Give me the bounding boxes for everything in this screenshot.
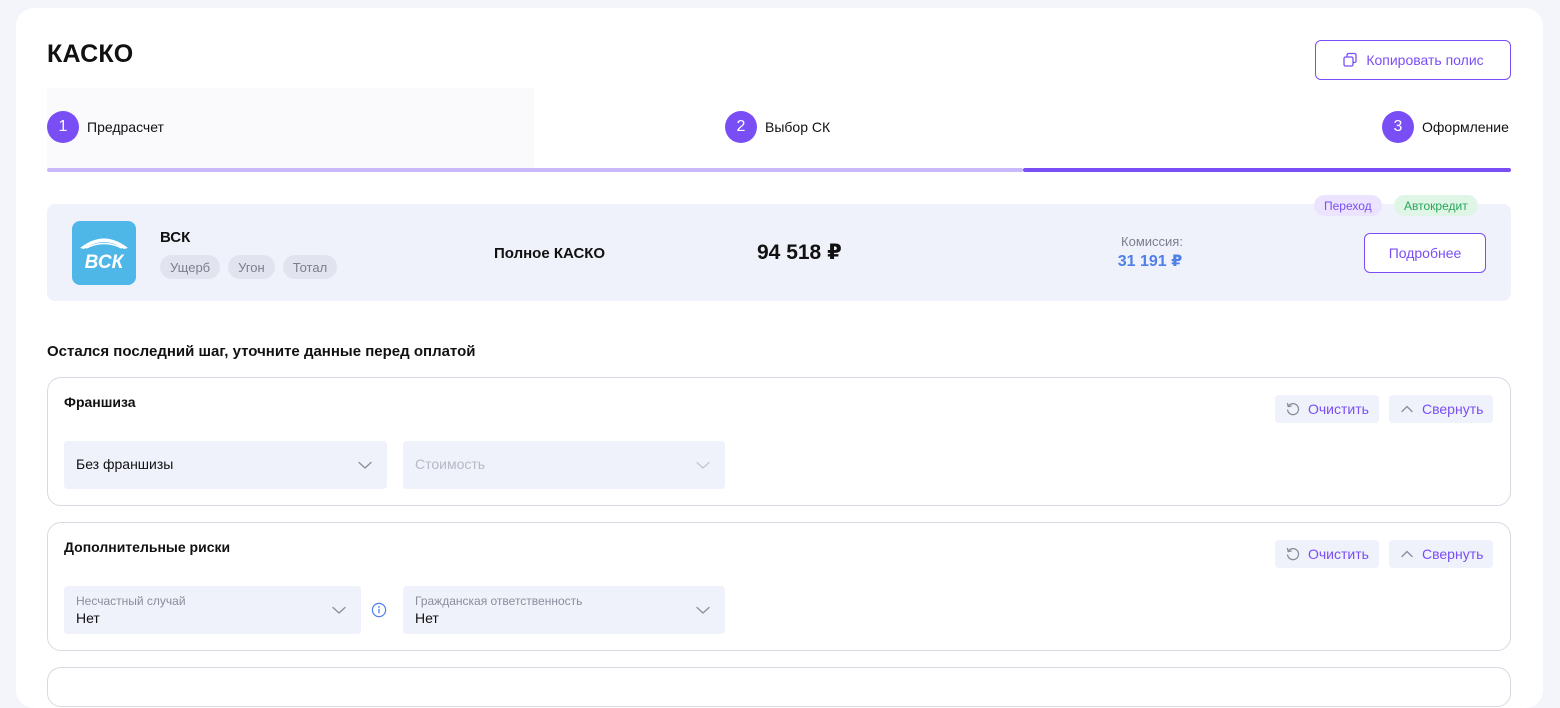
section-next <box>47 667 1511 707</box>
chevron-down-icon <box>358 461 372 469</box>
collapse-label: Свернуть <box>1422 401 1484 417</box>
select-value: Нет <box>415 610 439 626</box>
select-value: Нет <box>76 610 100 626</box>
coverage-chips: Ущерб Угон Тотал <box>160 255 338 279</box>
chevron-up-icon <box>1401 405 1413 413</box>
badge-autocredit: Автокредит <box>1394 195 1478 216</box>
select-value: Без франшизы <box>76 456 174 472</box>
step-label: Оформление <box>1422 119 1509 135</box>
details-button[interactable]: Подробнее <box>1364 233 1486 273</box>
chip-damage: Ущерб <box>160 255 221 279</box>
step-label: Выбор СК <box>765 119 831 135</box>
commission-label: Комиссия: <box>1121 234 1183 249</box>
step-number: 3 <box>1382 111 1414 143</box>
product-name: Полное КАСКО <box>494 245 606 262</box>
progress-track <box>47 168 1023 172</box>
company-logo: ВСК <box>72 221 136 285</box>
final-step-subtitle: Остался последний шаг, уточните данные п… <box>47 343 476 360</box>
cost-select[interactable]: Стоимость <box>403 441 725 489</box>
chip-total: Тотал <box>282 255 338 279</box>
step-label: Предрасчет <box>87 119 164 135</box>
select-label: Гражданская ответственность <box>415 594 583 608</box>
step-number: 2 <box>725 111 757 143</box>
collapse-label: Свернуть <box>1422 546 1484 562</box>
accident-select[interactable]: Несчастный случай Нет <box>64 586 361 634</box>
step-number: 1 <box>47 111 79 143</box>
copy-policy-button[interactable]: Копировать полис <box>1315 40 1511 80</box>
clear-button[interactable]: Очистить <box>1275 395 1379 423</box>
collapse-button[interactable]: Свернуть <box>1389 540 1494 568</box>
section-title: Франшиза <box>64 394 136 410</box>
collapse-button[interactable]: Свернуть <box>1389 395 1494 423</box>
copy-policy-label: Копировать полис <box>1366 52 1484 68</box>
copy-icon <box>1343 52 1357 67</box>
logo-text: ВСК <box>85 252 125 273</box>
reset-icon <box>1286 402 1300 416</box>
chevron-down-icon <box>696 606 710 614</box>
company-name: ВСК <box>160 229 191 246</box>
chevron-down-icon <box>332 606 346 614</box>
offer-price: 94 518 ₽ <box>757 241 842 264</box>
step-3[interactable]: 3 Оформление <box>1382 111 1509 143</box>
franchise-select[interactable]: Без франшизы <box>64 441 387 489</box>
clear-label: Очистить <box>1308 546 1369 562</box>
liability-select[interactable]: Гражданская ответственность Нет <box>403 586 725 634</box>
select-label: Несчастный случай <box>76 594 186 608</box>
clear-label: Очистить <box>1308 401 1369 417</box>
step-1[interactable]: 1 Предрасчет <box>47 111 164 143</box>
page-title: КАСКО <box>47 40 134 68</box>
clear-button[interactable]: Очистить <box>1275 540 1379 568</box>
reset-icon <box>1286 547 1300 561</box>
progress-active-segment <box>1023 168 1511 172</box>
info-icon[interactable] <box>371 602 387 618</box>
chip-theft: Угон <box>228 255 275 279</box>
section-franchise: Франшиза Очистить Свернуть Без франшизы … <box>47 377 1511 506</box>
section-title: Дополнительные риски <box>64 539 231 555</box>
commission-value: 31 191 ₽ <box>1117 253 1183 270</box>
chevron-down-icon <box>696 461 710 469</box>
step-2[interactable]: 2 Выбор СК <box>725 111 830 143</box>
select-placeholder: Стоимость <box>415 456 486 472</box>
badge-transfer: Переход <box>1314 195 1382 216</box>
chevron-up-icon <box>1401 550 1413 558</box>
section-additional-risks: Дополнительные риски Очистить Свернуть Н… <box>47 522 1511 651</box>
